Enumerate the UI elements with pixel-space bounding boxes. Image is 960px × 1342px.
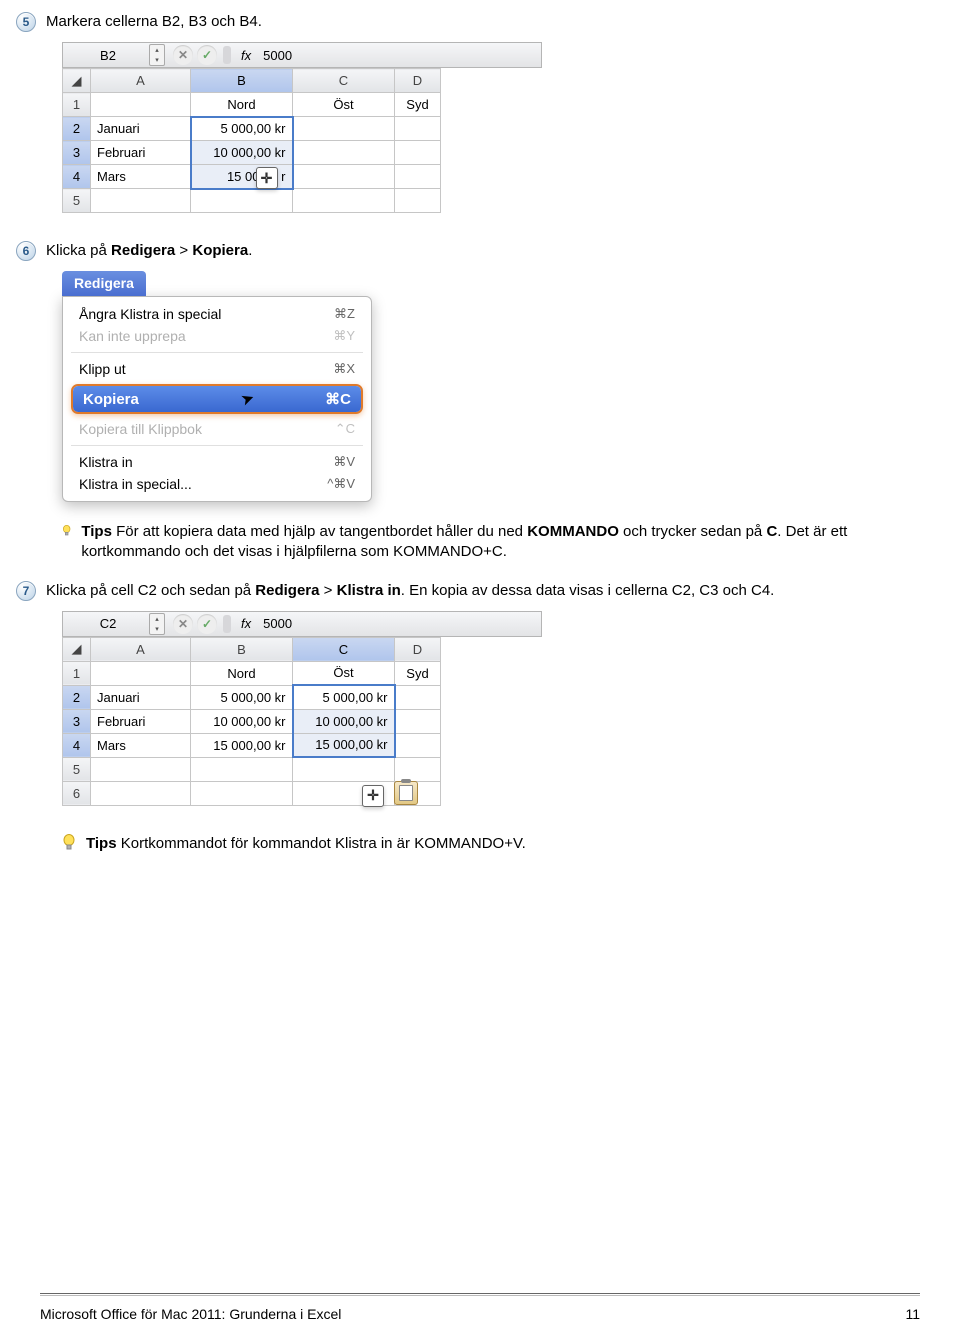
menu-item-cut[interactable]: Klipp ut⌘X	[63, 358, 371, 380]
formula-bar: B2 ▴▾ ✕ ✓ fx 5000	[62, 42, 542, 68]
namebox-stepper[interactable]: ▴▾	[149, 613, 165, 635]
row-header[interactable]: 4	[63, 165, 91, 189]
formula-bar: C2 ▴▾ ✕ ✓ fx 5000	[62, 611, 542, 637]
row-header[interactable]: 6	[63, 781, 91, 805]
step-7-text: Klicka på cell C2 och sedan på Redigera …	[46, 581, 774, 599]
step-badge-6: 6	[16, 241, 36, 261]
cell[interactable]: Syd	[395, 661, 441, 685]
cell[interactable]: 15 000,0 r ✛	[191, 165, 293, 189]
row-header[interactable]: 3	[63, 141, 91, 165]
tip-1-text: Tips För att kopiera data med hjälp av t…	[81, 522, 880, 563]
col-header-a[interactable]: A	[91, 69, 191, 93]
cell[interactable]: 10 000,00 kr	[293, 709, 395, 733]
menu-title[interactable]: Redigera	[62, 271, 146, 296]
col-header-b[interactable]: B	[191, 637, 293, 661]
formula-value[interactable]: 5000	[257, 48, 292, 63]
cancel-icon[interactable]: ✕	[173, 45, 193, 65]
menu-item-copy-to-scrapbook[interactable]: Kopiera till Klippbok⌃C	[63, 418, 371, 440]
select-all-corner[interactable]: ◢	[63, 69, 91, 93]
footer-rule	[40, 1295, 920, 1296]
tip-2: Tips Kortkommandot för kommandot Klistra…	[62, 834, 920, 854]
step-6-text: Klicka på Redigera > Kopiera.	[46, 241, 252, 259]
footer-title: Microsoft Office för Mac 2011: Grunderna…	[40, 1306, 341, 1322]
page-footer: Microsoft Office för Mac 2011: Grunderna…	[40, 1306, 920, 1322]
step-5-text: Markera cellerna B2, B3 och B4.	[46, 12, 262, 30]
drag-handle-icon[interactable]	[223, 46, 231, 64]
paste-options-icon[interactable]	[394, 781, 418, 805]
col-header-d[interactable]: D	[395, 69, 441, 93]
drag-handle-icon[interactable]	[223, 615, 231, 633]
cell[interactable]: 5 000,00 kr	[191, 117, 293, 141]
cell-value: 15 000,0 r	[227, 169, 286, 184]
fx-label: fx	[241, 616, 251, 631]
select-all-corner[interactable]: ◢	[63, 637, 91, 661]
lightbulb-icon	[62, 522, 71, 540]
cell[interactable]: Januari	[91, 685, 191, 709]
menu-item-paste-special[interactable]: Klistra in special...^⌘V	[63, 473, 371, 495]
row-header[interactable]: 5	[63, 757, 91, 781]
namebox-stepper[interactable]: ▴▾	[149, 44, 165, 66]
menu-item-copy-highlighted[interactable]: Kopiera ⌘C	[71, 384, 363, 414]
step-7: 7 Klicka på cell C2 och sedan på Rediger…	[16, 581, 920, 601]
menu-item-paste[interactable]: Klistra in⌘V	[63, 451, 371, 473]
accept-icon[interactable]: ✓	[197, 45, 217, 65]
menu-separator	[71, 352, 363, 353]
accept-icon[interactable]: ✓	[197, 614, 217, 634]
cell[interactable]: 5 000,00 kr	[293, 685, 395, 709]
cancel-icon[interactable]: ✕	[173, 614, 193, 634]
menu-item-undo[interactable]: Ångra Klistra in special⌘Z	[63, 303, 371, 325]
tip-2-text: Tips Kortkommandot för kommandot Klistra…	[86, 834, 526, 854]
step-badge-7: 7	[16, 581, 36, 601]
cell[interactable]: Mars	[91, 165, 191, 189]
page-number: 11	[905, 1306, 920, 1322]
tip-1: Tips För att kopiera data med hjälp av t…	[62, 522, 920, 563]
edit-menu-screenshot: Redigera Ångra Klistra in special⌘Z Kan …	[62, 271, 372, 502]
col-header-c[interactable]: C	[293, 637, 395, 661]
cell[interactable]: Februari	[91, 141, 191, 165]
row-header[interactable]: 2	[63, 685, 91, 709]
step-6: 6 Klicka på Redigera > Kopiera.	[16, 241, 920, 261]
row-header[interactable]: 1	[63, 661, 91, 685]
name-box[interactable]: B2	[63, 48, 149, 63]
menu-body: Ångra Klistra in special⌘Z Kan inte uppr…	[62, 296, 372, 502]
col-header-a[interactable]: A	[91, 637, 191, 661]
cell[interactable]: 5 000,00 kr	[191, 685, 293, 709]
row-header[interactable]: 5	[63, 189, 91, 213]
cell[interactable]: Öst	[293, 93, 395, 117]
excel-screenshot-2: C2 ▴▾ ✕ ✓ fx 5000 ◢ A B C D 1 Nord Öst S…	[62, 611, 920, 810]
cell[interactable]: 15 000,00 kr	[191, 733, 293, 757]
row-header[interactable]: 4	[63, 733, 91, 757]
step-5: 5 Markera cellerna B2, B3 och B4.	[16, 12, 920, 32]
cell[interactable]: Februari	[91, 709, 191, 733]
col-header-c[interactable]: C	[293, 69, 395, 93]
cell[interactable]: Nord	[191, 661, 293, 685]
cell[interactable]: Nord	[191, 93, 293, 117]
fx-label: fx	[241, 48, 251, 63]
spreadsheet-grid-2[interactable]: ◢ A B C D 1 Nord Öst Syd 2 Januari 5 000…	[62, 637, 441, 806]
cell[interactable]: 15 000,00 kr	[293, 733, 395, 757]
cell[interactable]: Mars	[91, 733, 191, 757]
cell[interactable]: Öst	[293, 661, 395, 685]
col-header-d[interactable]: D	[395, 637, 441, 661]
row-header[interactable]: 1	[63, 93, 91, 117]
cell[interactable]: 10 000,00 kr	[191, 709, 293, 733]
row-header[interactable]: 2	[63, 117, 91, 141]
name-box[interactable]: C2	[63, 616, 149, 631]
excel-screenshot-1: B2 ▴▾ ✕ ✓ fx 5000 ◢ A B C D 1 Nord Öst S…	[62, 42, 920, 217]
step-badge-5: 5	[16, 12, 36, 32]
col-header-b[interactable]: B	[191, 69, 293, 93]
footer-rule	[40, 1293, 920, 1294]
menu-item-redo: Kan inte upprepa⌘Y	[63, 325, 371, 347]
menu-separator	[71, 445, 363, 446]
cell[interactable]: Januari	[91, 117, 191, 141]
spreadsheet-grid-1[interactable]: ◢ A B C D 1 Nord Öst Syd 2 Januari 5 000…	[62, 68, 441, 213]
row-header[interactable]: 3	[63, 709, 91, 733]
formula-value[interactable]: 5000	[257, 616, 292, 631]
lightbulb-icon	[62, 834, 76, 852]
cell[interactable]: 10 000,00 kr	[191, 141, 293, 165]
cell[interactable]: Syd	[395, 93, 441, 117]
